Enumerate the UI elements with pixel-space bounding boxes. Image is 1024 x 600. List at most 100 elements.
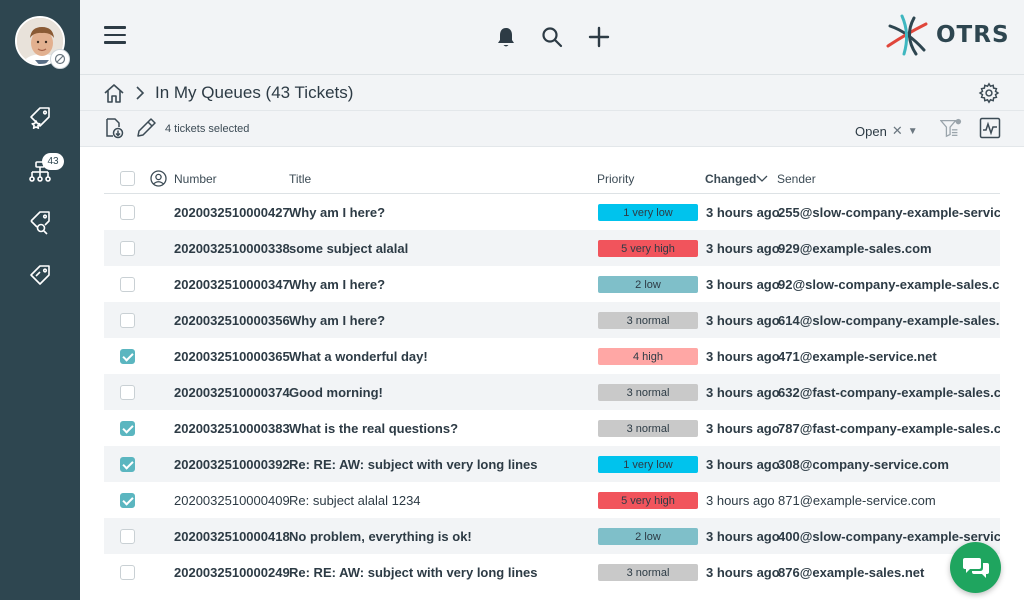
availability-badge[interactable] — [50, 49, 70, 69]
ticket-search-icon[interactable] — [26, 208, 54, 236]
ticket-sender: 614@slow-company-example-sales.com — [778, 313, 1000, 328]
column-header-sender[interactable]: Sender — [777, 172, 816, 186]
chat-bubbles-icon — [962, 557, 989, 578]
ticket-number[interactable]: 2020032510000392 — [174, 457, 290, 472]
table-header: Number Title Priority Changed Sender — [104, 162, 1000, 194]
table-row[interactable]: 2020032510000356 Why am I here? 3 normal 3 … — [104, 302, 1000, 338]
notifications-bell-icon[interactable] — [493, 24, 519, 50]
row-checkbox[interactable] — [120, 529, 135, 544]
ticket-changed: 3 hours ago — [706, 529, 780, 544]
table-row[interactable]: 2020032510000418 No problem, everything i… — [104, 518, 1000, 554]
ticket-changed: 3 hours ago — [706, 385, 780, 400]
ticket-number[interactable]: 2020032510000249 — [174, 565, 290, 580]
row-checkbox[interactable] — [120, 313, 135, 328]
priority-badge: 3 normal — [598, 420, 698, 437]
settings-gear-icon[interactable] — [978, 82, 1000, 104]
customer-column-icon[interactable] — [150, 170, 167, 187]
priority-badge: 4 high — [598, 348, 698, 365]
ticket-sender: 632@fast-company-example-sales.com — [778, 385, 1000, 400]
ticket-title[interactable]: Why am I here? — [289, 277, 385, 292]
state-filter-select[interactable]: Open ✕ ▼ — [855, 123, 918, 139]
otrs-logo-mark-icon — [886, 14, 928, 56]
table-row[interactable]: 2020032510000427 Why am I here? 1 very low… — [104, 194, 1000, 230]
ticket-number[interactable]: 2020032510000383 — [174, 421, 290, 436]
clear-filter-icon[interactable]: ✕ — [892, 123, 903, 139]
row-checkbox[interactable] — [120, 349, 135, 364]
column-header-priority[interactable]: Priority — [597, 172, 634, 186]
ticket-title[interactable]: No problem, everything is ok! — [289, 529, 472, 544]
ticket-sender: 308@company-service.com — [778, 457, 949, 472]
ticket-title[interactable]: What a wonderful day! — [289, 349, 428, 364]
export-icon[interactable] — [103, 117, 125, 139]
row-checkbox[interactable] — [120, 421, 135, 436]
row-checkbox[interactable] — [120, 241, 135, 256]
ticket-edit-icon[interactable] — [26, 260, 54, 288]
ticket-sender: 92@slow-company-example-sales.com — [778, 277, 1000, 292]
priority-badge: 3 normal — [598, 384, 698, 401]
ticket-number[interactable]: 2020032510000365 — [174, 349, 290, 364]
ticket-title[interactable]: Re: subject alalal 1234 — [289, 493, 421, 508]
ticket-title[interactable]: Re: RE: AW: subject with very long lines — [289, 457, 538, 472]
create-ticket-plus-icon[interactable] — [586, 24, 612, 50]
priority-badge: 2 low — [598, 528, 698, 545]
ticket-sender: 255@slow-company-example-service.com — [778, 205, 1000, 220]
ticket-number[interactable]: 2020032510000374 — [174, 385, 290, 400]
ticket-table: Number Title Priority Changed Sender 202… — [104, 162, 1000, 590]
ticket-changed: 3 hours ago — [706, 277, 780, 292]
sort-descending-chevron-icon[interactable] — [756, 175, 768, 183]
table-row[interactable]: 2020032510000392 Re: RE: AW: subject with… — [104, 446, 1000, 482]
ticket-number[interactable]: 2020032510000409 — [174, 493, 290, 508]
ticket-changed: 3 hours ago — [706, 565, 780, 580]
ticket-sender: 871@example-service.com — [778, 493, 936, 508]
filter-list-icon[interactable] — [940, 117, 962, 139]
row-checkbox[interactable] — [120, 565, 135, 580]
table-row[interactable]: 2020032510000383 What is the real questio… — [104, 410, 1000, 446]
ticket-changed: 3 hours ago — [706, 313, 780, 328]
ticket-sender: 876@example-sales.net — [778, 565, 925, 580]
column-header-title[interactable]: Title — [289, 172, 311, 186]
chat-button[interactable] — [950, 542, 1001, 593]
chevron-down-icon[interactable]: ▼ — [908, 126, 918, 137]
page-title: In My Queues (43 Tickets) — [155, 83, 354, 102]
ticket-title[interactable]: What is the real questions? — [289, 421, 458, 436]
ticket-rows: 2020032510000427 Why am I here? 1 very low… — [104, 194, 1000, 590]
row-checkbox[interactable] — [120, 205, 135, 220]
ticket-title[interactable]: Good morning! — [289, 385, 383, 400]
row-checkbox[interactable] — [120, 493, 135, 508]
ticket-number[interactable]: 2020032510000356 — [174, 313, 290, 328]
column-header-number[interactable]: Number — [174, 172, 217, 186]
row-checkbox[interactable] — [120, 457, 135, 472]
home-icon[interactable] — [103, 82, 125, 104]
statistics-chart-icon[interactable] — [979, 117, 1001, 139]
ticket-title[interactable]: some subject alalal — [289, 241, 408, 256]
ticket-number[interactable]: 2020032510000338 — [174, 241, 290, 256]
table-row[interactable]: 2020032510000249 Re: RE: AW: subject with… — [104, 554, 1000, 590]
priority-badge: 3 normal — [598, 312, 698, 329]
ticket-number[interactable]: 2020032510000418 — [174, 529, 290, 544]
ticket-title[interactable]: Why am I here? — [289, 313, 385, 328]
table-row[interactable]: 2020032510000365 What a wonderful day! 4 h… — [104, 338, 1000, 374]
queue-count-badge: 43 — [42, 153, 64, 170]
table-row[interactable]: 2020032510000347 Why am I here? 2 low 3 hou… — [104, 266, 1000, 302]
search-icon[interactable] — [539, 24, 565, 50]
ticket-number[interactable]: 2020032510000427 — [174, 205, 290, 220]
row-checkbox[interactable] — [120, 277, 135, 292]
ticket-title[interactable]: Why am I here? — [289, 205, 385, 220]
table-row[interactable]: 2020032510000338 some subject alalal 5 ver… — [104, 230, 1000, 266]
ticket-sender: 400@slow-company-example-service.com — [778, 529, 1000, 544]
column-header-changed[interactable]: Changed — [705, 172, 756, 186]
select-all-checkbox[interactable] — [120, 171, 135, 186]
ticket-changed: 3 hours ago — [706, 349, 780, 364]
otrs-logo[interactable]: OTRS — [884, 12, 1010, 58]
state-filter-value: Open — [855, 123, 887, 139]
table-row[interactable]: 2020032510000409 Re: subject alalal 1234 5… — [104, 482, 1000, 518]
ticket-sender: 787@fast-company-example-sales.com — [778, 421, 1000, 436]
priority-badge: 3 normal — [598, 564, 698, 581]
table-row[interactable]: 2020032510000374 Good morning! 3 normal 3 h… — [104, 374, 1000, 410]
ticket-number[interactable]: 2020032510000347 — [174, 277, 290, 292]
menu-icon[interactable] — [104, 26, 126, 48]
ticket-title[interactable]: Re: RE: AW: subject with very long lines — [289, 565, 538, 580]
ticket-favorites-icon[interactable] — [26, 104, 54, 132]
bulk-edit-pencil-icon[interactable] — [135, 117, 157, 139]
row-checkbox[interactable] — [120, 385, 135, 400]
